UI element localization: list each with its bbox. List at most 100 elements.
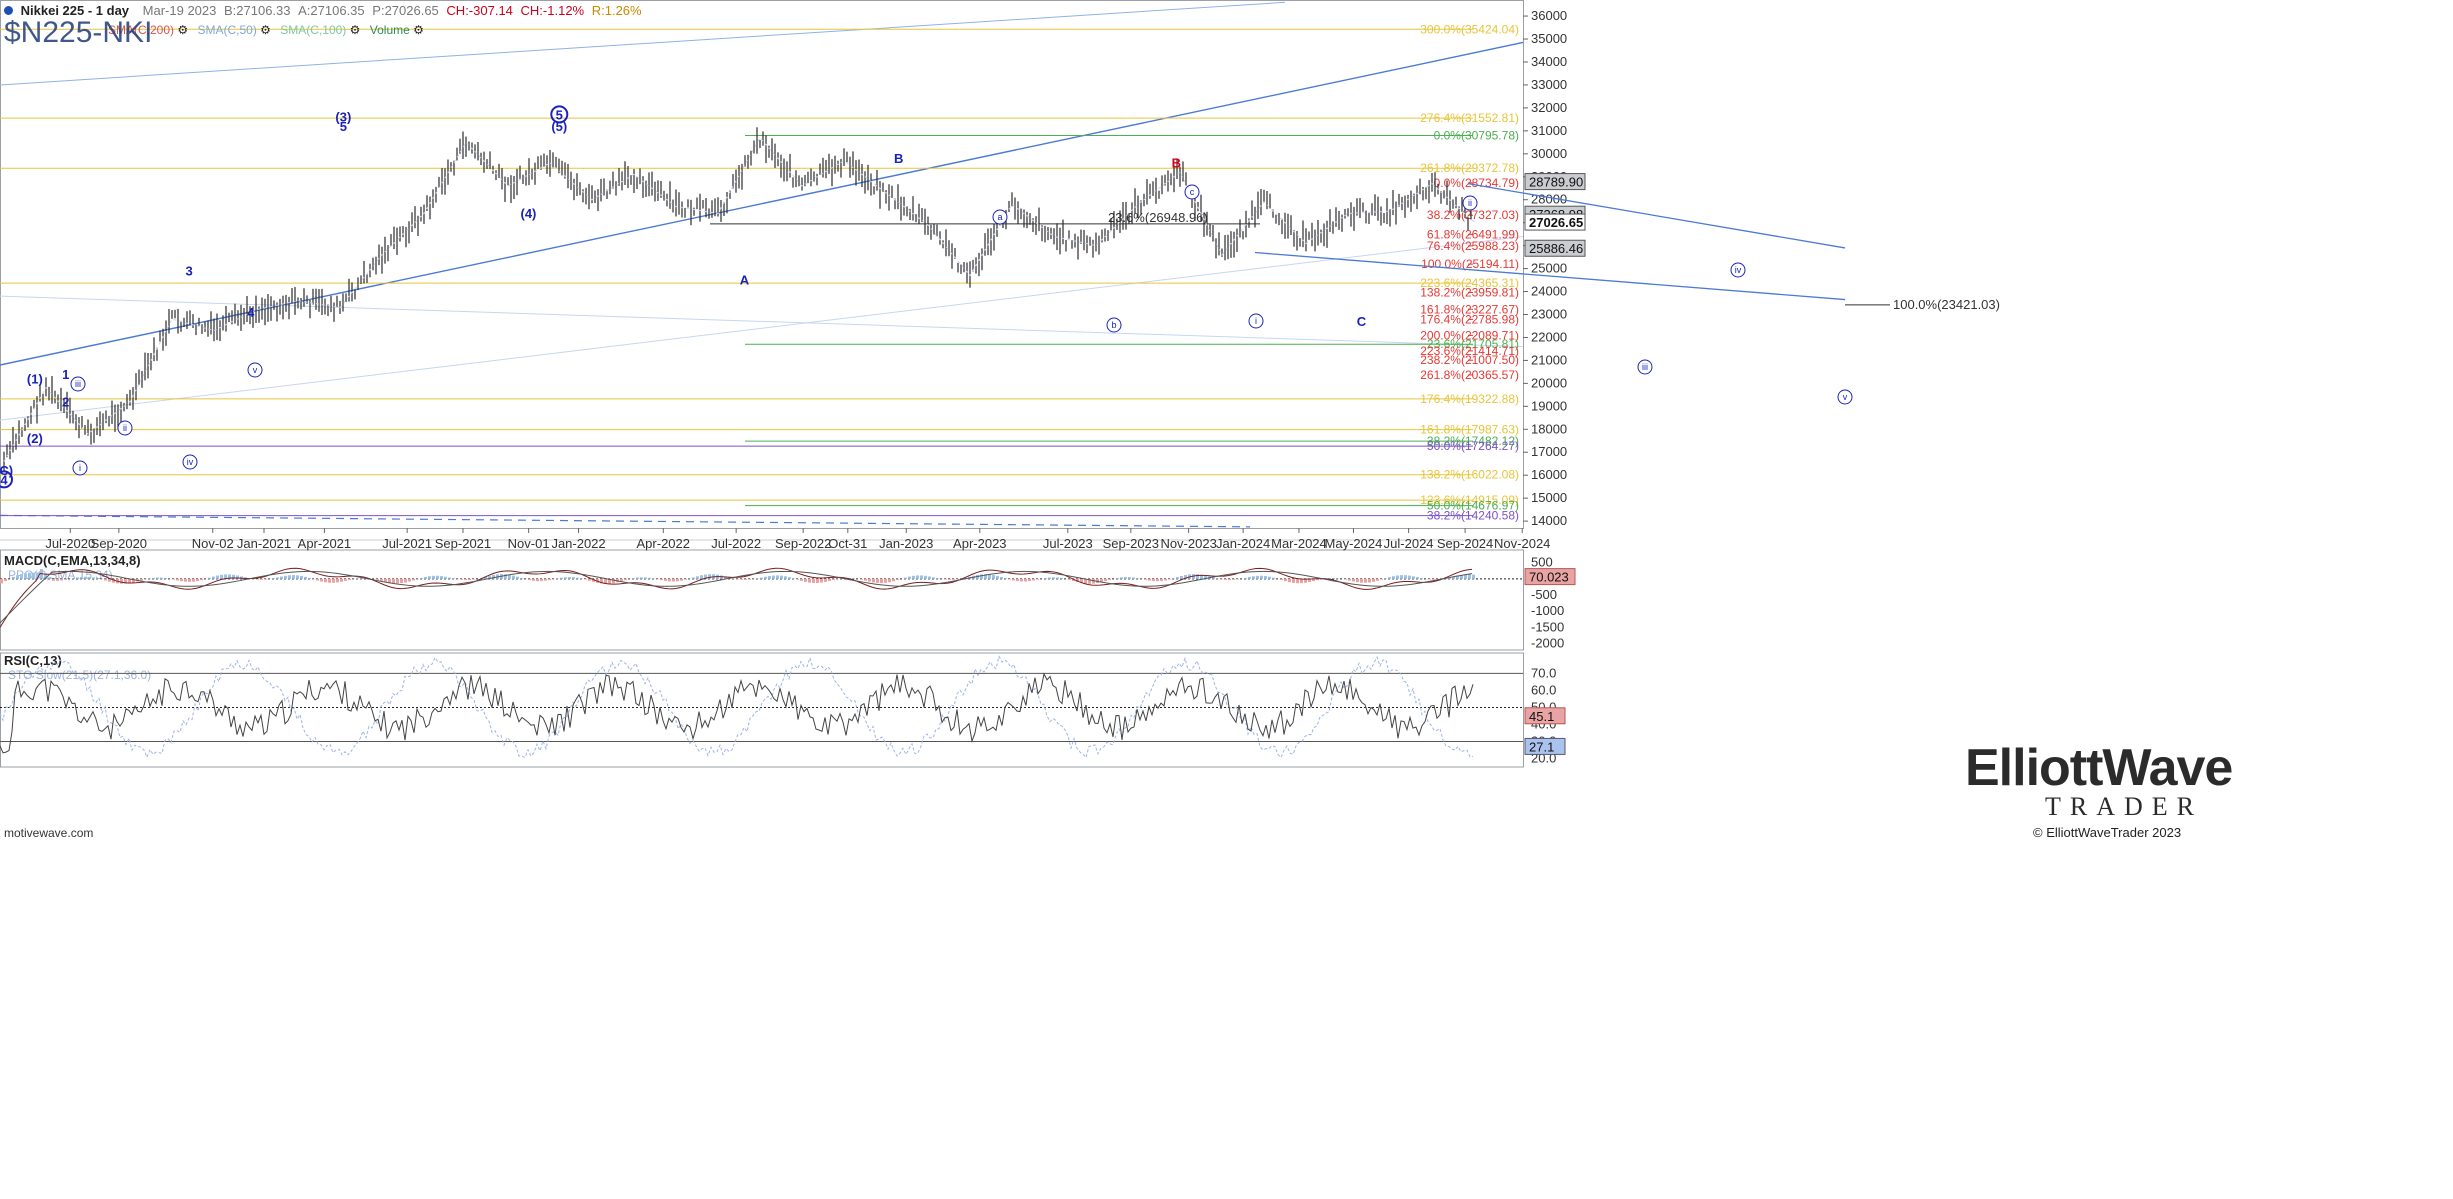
indicator-sma50[interactable]: SMA(C,50) ⚙ [197, 23, 270, 37]
macd-histogram-bar [276, 577, 279, 579]
x-tick-label: Jan-2024 [1216, 536, 1270, 551]
wave-label: (1) [27, 371, 43, 386]
macd-histogram-bar [1120, 577, 1123, 579]
macd-histogram-bar [440, 576, 443, 579]
macd-histogram-bar [1360, 578, 1363, 583]
macd-histogram-bar [956, 578, 959, 580]
macd-histogram-bar [316, 578, 319, 581]
macd-histogram-bar [1280, 578, 1283, 581]
macd-histogram-bar [788, 577, 791, 579]
wave-label: B [1172, 156, 1181, 171]
macd-histogram-bar [680, 578, 683, 581]
macd-histogram-bar [980, 574, 983, 579]
macd-histogram-bar [648, 577, 651, 579]
macd-histogram-bar [996, 575, 999, 579]
x-tick-label: Nov-2024 [1494, 536, 1550, 551]
x-tick-label: Nov-02 [192, 536, 234, 551]
macd-histogram-bar [1224, 578, 1227, 580]
macd-histogram-bar [1032, 578, 1035, 581]
gear-icon[interactable]: ⚙ [413, 23, 424, 37]
macd-histogram-bar [668, 578, 671, 582]
macd-histogram-bar [536, 578, 539, 582]
macd-histogram-bar [864, 578, 867, 581]
macd-histogram-bar [260, 578, 263, 580]
macd-histogram-bar [804, 578, 807, 582]
macd-histogram-bar [1396, 575, 1399, 579]
macd-y-tick-label: 500 [1531, 555, 1553, 570]
macd-histogram-bar [404, 578, 407, 583]
macd-histogram-bar [1404, 575, 1407, 579]
macd-histogram-bar [1152, 578, 1155, 582]
macd-histogram-bar [1428, 578, 1431, 580]
macd-histogram-bar [380, 578, 383, 581]
price-y-tick-label: 17000 [1531, 444, 1567, 459]
macd-histogram-bar [884, 578, 887, 583]
fib-level-label: 0.0%(30795.78) [1434, 129, 1519, 143]
indicator-sma100[interactable]: SMA(C,100) ⚙ [280, 23, 360, 37]
fib-level-label: 76.4%(25988.23) [1427, 239, 1519, 253]
macd-histogram-bar [384, 578, 387, 582]
wave-label: (4) [521, 206, 537, 221]
macd-histogram-bar [1392, 576, 1395, 579]
macd-histogram-bar [172, 578, 175, 580]
price-y-tick-label: 14000 [1531, 513, 1567, 528]
macd-histogram-bar [1296, 578, 1299, 584]
macd-histogram-bar [340, 578, 343, 582]
x-tick-label: Apr-2022 [637, 536, 690, 551]
price-y-tick-label: 36000 [1531, 8, 1567, 23]
macd-histogram-bar [584, 578, 587, 580]
header-bid: B:27106.33 [224, 3, 291, 18]
x-tick-label: Jan-2022 [551, 536, 605, 551]
macd-histogram-bar [952, 578, 955, 580]
macd-histogram-bar [820, 578, 823, 583]
chart-canvas[interactable]: 14000 15000 16000 17000 18000 19000 20000 21000… [0, 0, 2453, 1199]
macd-histogram-bar [1024, 578, 1027, 582]
macd-histogram-bar [888, 578, 891, 583]
x-tick-label: Jul-2024 [1384, 536, 1434, 551]
macd-histogram-bar [1292, 578, 1295, 583]
macd-histogram-bar [428, 576, 431, 579]
macd-histogram-bar [460, 578, 463, 580]
x-tick-label: Oct-31 [828, 536, 867, 551]
macd-histogram-bar [208, 577, 211, 579]
x-tick-label: Jul-2020 [45, 536, 95, 551]
price-y-tick-label: 23000 [1531, 307, 1567, 322]
x-tick-label: Jul-2023 [1043, 536, 1093, 551]
macd-histogram-bar [408, 578, 411, 582]
gear-icon[interactable]: ⚙ [350, 23, 361, 37]
macd-histogram-bar [52, 578, 55, 581]
macd-histogram-bar [744, 578, 747, 580]
price-y-tick-label: 16000 [1531, 467, 1567, 482]
macd-y-tick-label: -1000 [1531, 603, 1564, 618]
macd-histogram-bar [796, 578, 799, 580]
macd-histogram-bar [880, 578, 883, 584]
macd-histogram-bar [1028, 578, 1031, 582]
macd-histogram-bar [1268, 576, 1271, 579]
macd-histogram-bar [904, 577, 907, 579]
macd-histogram-bar [256, 578, 259, 580]
macd-y-tick-label: -500 [1531, 587, 1557, 602]
macd-histogram-bar [1420, 578, 1423, 579]
macd-histogram-bar [992, 574, 995, 579]
fib-level-label: 138.2%(16022.08) [1420, 468, 1519, 482]
rsi-y-tick-label: 60.0 [1531, 682, 1556, 697]
macd-histogram-bar [1180, 575, 1183, 579]
macd-histogram-bar [568, 577, 571, 579]
macd-histogram-bar [20, 574, 23, 579]
price-y-tick-label: 32000 [1531, 100, 1567, 115]
macd-histogram-bar [1412, 576, 1415, 579]
channel-line-dashed [0, 514, 1251, 528]
fib-level-label: 50.0%(17264.27) [1427, 439, 1519, 453]
macd-histogram-bar [308, 577, 311, 579]
macd-histogram-bar [400, 578, 403, 584]
macd-histogram-bar [436, 575, 439, 579]
macd-histogram-bar [916, 575, 919, 579]
macd-histogram-bar [1348, 578, 1351, 581]
indicator-volume[interactable]: Volume ⚙ [370, 23, 424, 37]
gear-icon[interactable]: ⚙ [177, 23, 188, 37]
price-panel-frame [0, 0, 1524, 529]
price-y-tick-label: 35000 [1531, 31, 1567, 46]
macd-histogram-bar [80, 576, 83, 579]
gear-icon[interactable]: ⚙ [260, 23, 271, 37]
macd-histogram-bar [200, 578, 203, 581]
